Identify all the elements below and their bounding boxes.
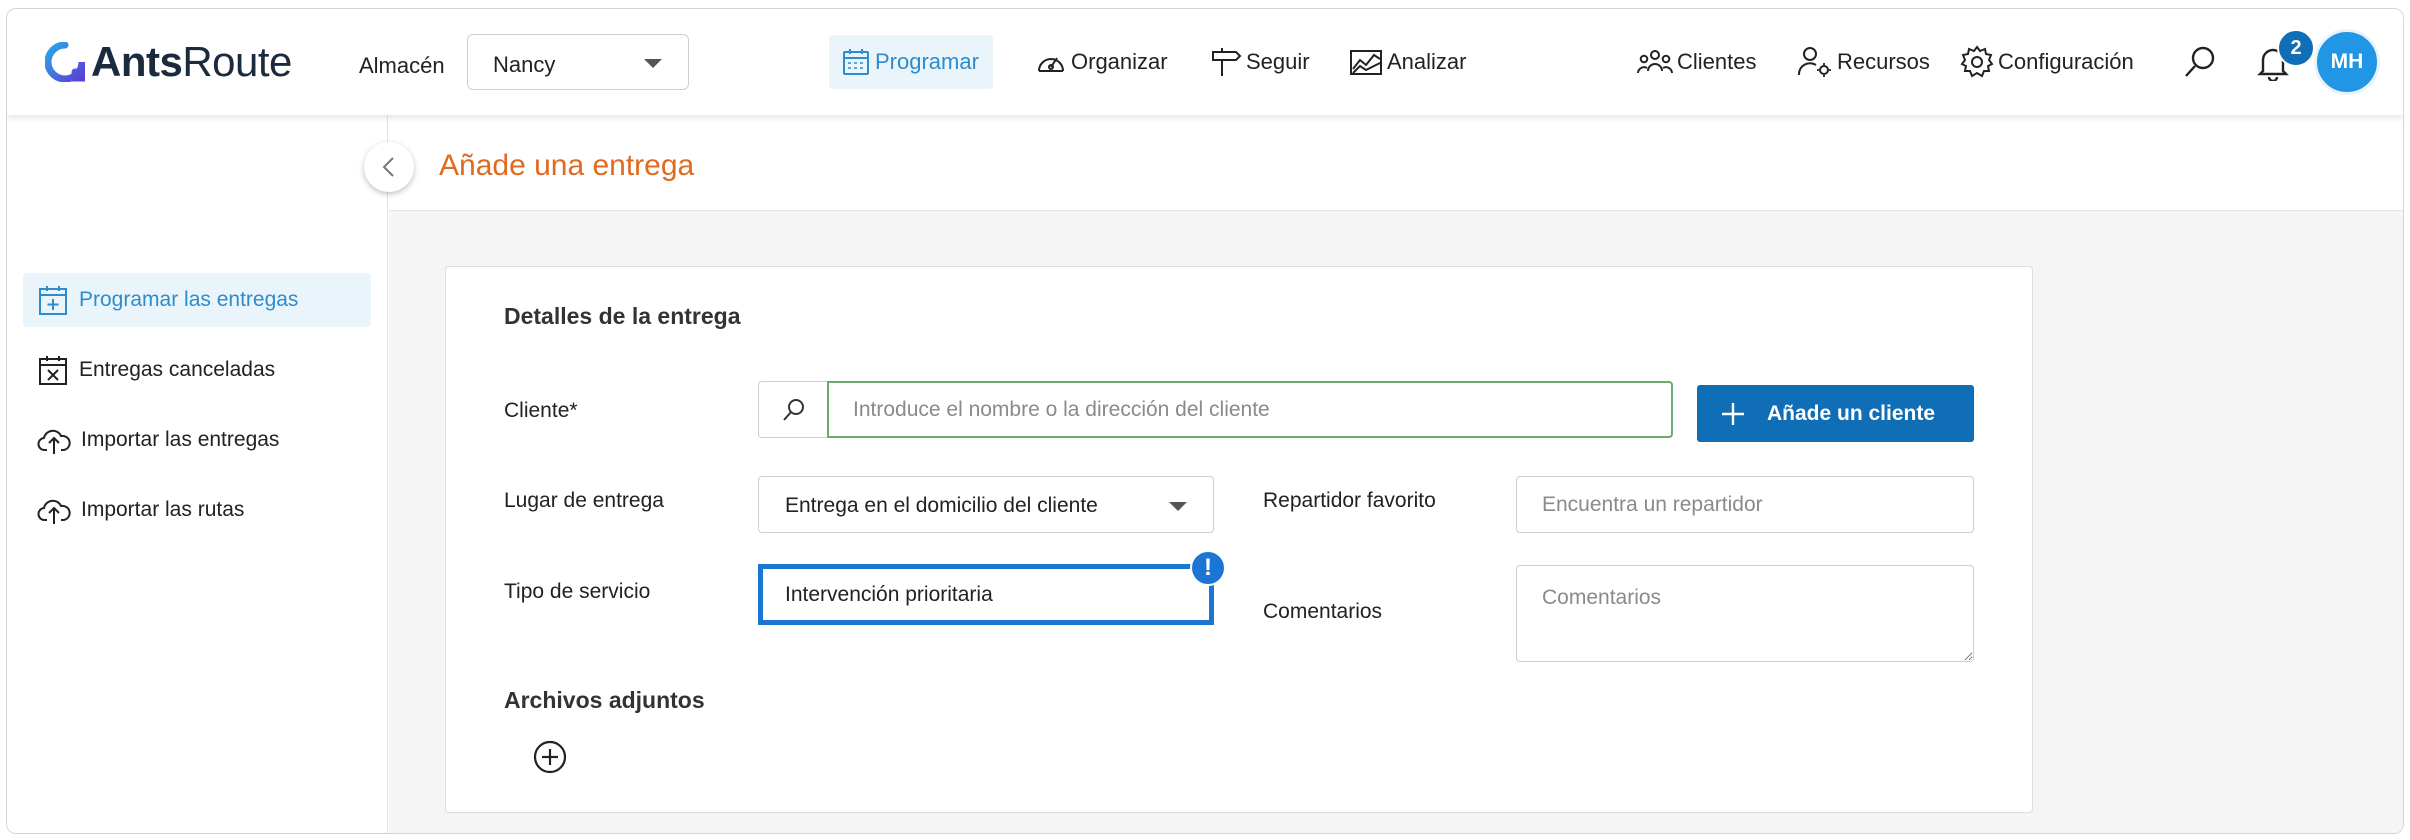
user-avatar[interactable]: MH [2314,29,2380,95]
chevron-down-icon [644,59,662,68]
service-type-label: Tipo de servicio [504,580,651,603]
nav-clientes[interactable]: Clientes [1637,35,1756,89]
brand-name-light: Route [182,38,292,85]
speedometer-icon [1038,57,1064,72]
gear-icon [1960,45,1994,78]
sidebar-item-label: Programar las entregas [79,288,299,311]
comments-textarea[interactable] [1516,565,1974,662]
search-icon [2185,46,2215,77]
section-title: Detalles de la entrega [504,303,741,329]
attachments-title: Archivos adjuntos [504,687,705,713]
calendar-icon [843,49,869,75]
nav-seguir-label: Seguir [1246,49,1310,74]
warehouse-select[interactable]: Nancy [467,34,689,90]
sidebar-item-label: Importar las rutas [81,498,245,521]
nav-configuracion[interactable]: Configuración [1960,35,2134,89]
chart-icon [1350,50,1382,75]
sidebar: Programar las entregas Entregas cancelad… [7,115,388,833]
delivery-place-value: Entrega en el domicilio del cliente [785,494,1098,517]
search-button[interactable] [2183,45,2217,84]
add-attachment-button[interactable] [533,740,567,779]
sidebar-item-label: Importar las entregas [81,428,280,451]
plus-icon [1722,402,1744,425]
delivery-place-label: Lugar de entrega [504,489,664,512]
antsroute-logo[interactable]: AntsRoute [45,38,292,86]
user-gear-icon [1797,47,1831,77]
client-label: Cliente* [504,399,578,422]
warning-icon: ! [1190,550,1226,586]
favorite-driver-label: Repartidor favorito [1263,489,1436,512]
nav-organizar-label: Organizar [1071,49,1168,74]
nav-analizar-label: Analizar [1387,49,1467,74]
nav-programar[interactable]: Programar [829,35,993,89]
notification-count-badge: 2 [2277,29,2315,67]
nav-analizar[interactable]: Analizar [1349,35,1466,89]
sidebar-item-importar-entregas[interactable]: Importar las entregas [23,413,371,467]
nav-configuracion-label: Configuración [1998,49,2134,74]
sidebar-item-importar-rutas[interactable]: Importar las rutas [23,483,371,537]
cloud-upload-icon [37,429,71,454]
app-window: AntsRoute Almacén Nancy Programar Organi… [6,8,2404,834]
sidebar-item-entregas-canceladas[interactable]: Entregas canceladas [23,343,371,397]
service-type-input[interactable]: Intervención prioritaria [758,564,1214,625]
chevron-left-icon [382,157,394,177]
client-search-button[interactable] [758,381,828,438]
calendar-x-icon [39,356,67,385]
antsroute-logo-icon [45,42,85,82]
calendar-plus-icon [39,286,67,315]
users-group-icon [1637,50,1673,74]
warehouse-value: Nancy [493,52,556,77]
cloud-upload-icon [37,499,71,524]
brand-name: AntsRoute [91,38,292,86]
search-icon [782,398,804,421]
sidebar-item-label: Entregas canceladas [79,358,276,381]
nav-programar-label: Programar [875,49,979,74]
top-header: AntsRoute Almacén Nancy Programar Organi… [7,9,2403,115]
comments-label: Comentarios [1263,600,1383,623]
add-client-label: Añade un cliente [1767,401,1936,425]
delivery-place-select[interactable]: Entrega en el domicilio del cliente [758,476,1214,533]
nav-organizar[interactable]: Organizar [1035,35,1168,89]
page-title: Añade una entrega [439,149,695,182]
collapse-sidebar-button[interactable] [364,142,414,192]
brand-name-bold: Ants [91,38,183,85]
nav-seguir[interactable]: Seguir [1210,35,1310,89]
nav-clientes-label: Clientes [1677,49,1757,74]
warehouse-label: Almacén [359,53,445,78]
plus-circle-icon [533,740,567,774]
nav-recursos-label: Recursos [1837,49,1930,74]
main-content: Añade una entrega Detalles de la entrega… [389,115,2403,833]
sidebar-item-programar-entregas[interactable]: Programar las entregas [23,273,371,327]
delivery-details-card: Detalles de la entrega Cliente* Añade un… [445,266,2033,813]
client-search-input[interactable] [827,381,1673,438]
signpost-icon [1212,48,1242,76]
page-header: Añade una entrega [389,115,2403,211]
nav-recursos[interactable]: Recursos [1797,35,1930,89]
add-client-button[interactable]: Añade un cliente [1697,385,1974,442]
chevron-down-icon [1169,502,1187,511]
service-type-value: Intervención prioritaria [785,583,993,606]
favorite-driver-input[interactable] [1516,476,1974,533]
